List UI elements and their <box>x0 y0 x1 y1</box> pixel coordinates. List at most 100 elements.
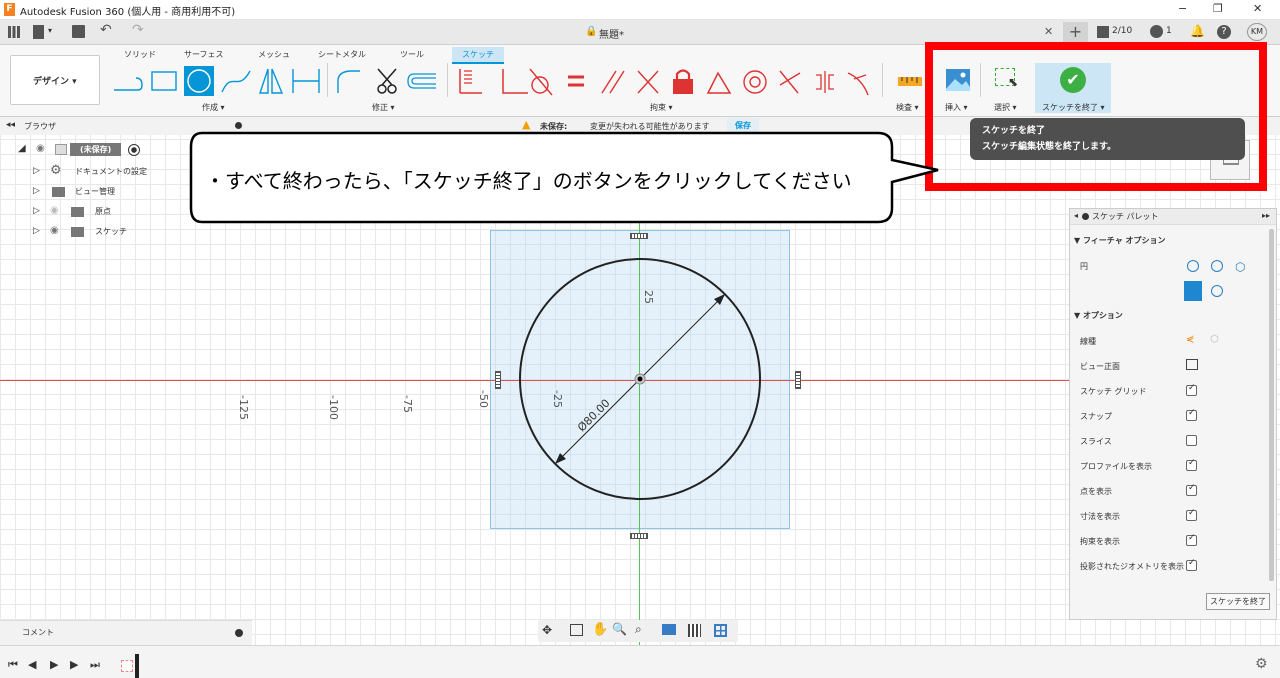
grid-checkbox[interactable] <box>1186 383 1197 396</box>
expand-arrow-icon[interactable]: ▷ <box>33 166 40 176</box>
browser-item-views[interactable]: ビュー管理 <box>75 183 115 201</box>
viewports-icon[interactable] <box>714 624 727 637</box>
timeline-settings-gear-icon[interactable]: ⚙ <box>1255 656 1268 672</box>
construction-linetype-icon[interactable]: ⋞ <box>1186 334 1194 345</box>
create-group-label[interactable]: 作成 ▾ <box>202 102 225 113</box>
eye-icon[interactable]: ◉ <box>50 225 59 236</box>
inspect-group-label[interactable]: 検査 ▾ <box>896 102 919 113</box>
chevron-down-icon: ▾ <box>48 26 53 35</box>
browser-pin-icon[interactable] <box>235 122 242 129</box>
expand-arrow-icon[interactable]: ▷ <box>33 206 40 216</box>
modify-group-label[interactable]: 修正 ▾ <box>372 102 395 113</box>
snap-checkbox[interactable] <box>1186 408 1197 421</box>
save-icon[interactable] <box>72 25 85 38</box>
expand-arrow-icon[interactable]: ▷ <box>33 226 40 236</box>
workspace-switcher[interactable]: デザイン ▾ <box>10 55 100 105</box>
tangent-circle-icon[interactable]: ⬡ <box>1235 260 1245 274</box>
resize-handle-bottom[interactable] <box>630 533 648 539</box>
hidden-eye-icon[interactable]: ◉ <box>50 205 59 216</box>
timeline-sketch-feature-icon[interactable] <box>121 660 133 672</box>
three-point-circle-icon[interactable] <box>1211 260 1223 272</box>
document-title: 無題* <box>599 30 624 41</box>
user-avatar[interactable]: KM <box>1247 23 1267 41</box>
two-point-circle-icon[interactable] <box>1211 285 1223 297</box>
minimize-button[interactable]: − <box>1178 2 1187 15</box>
browser-item-origin[interactable]: 原点 <box>95 203 111 221</box>
clock-icon[interactable] <box>1150 25 1163 38</box>
tab-surface[interactable]: サーフェス <box>184 49 224 60</box>
browser-item-sketches[interactable]: スケッチ <box>95 223 127 241</box>
options-header[interactable]: ▼ オプション <box>1074 310 1123 321</box>
notification-count: 1 <box>1166 26 1172 36</box>
tab-tools[interactable]: ツール <box>400 49 424 60</box>
fit-icon[interactable]: ⌕ <box>635 622 642 637</box>
file-menu-icon[interactable] <box>33 25 44 39</box>
pan-hand-icon[interactable]: ✋ <box>592 622 608 637</box>
root-component-label[interactable]: (未保存) <box>70 143 122 156</box>
zoom-icon[interactable]: 🔍 <box>612 622 627 636</box>
tab-mesh[interactable]: メッシュ <box>258 49 290 60</box>
concentric-icon <box>743 70 767 94</box>
add-comment-icon[interactable] <box>235 629 243 637</box>
palette-expand-icon[interactable]: ▸▸ <box>1262 211 1270 220</box>
look-at-icon[interactable] <box>570 624 583 636</box>
look-at-calendar-icon[interactable] <box>1186 359 1198 370</box>
new-tab-button[interactable]: + <box>1063 22 1088 43</box>
orbit-icon[interactable]: ✥ <box>542 623 552 637</box>
comment-panel[interactable]: コメント <box>0 620 252 645</box>
palette-pin-icon[interactable] <box>1082 213 1089 220</box>
display-settings-icon[interactable] <box>662 624 676 635</box>
palette-collapse-icon[interactable]: ◂ <box>1074 211 1078 220</box>
symmetry-icon <box>816 71 834 93</box>
expand-arrow-icon[interactable]: ▷ <box>33 186 40 196</box>
collapse-triangle-icon[interactable]: ◢ <box>18 143 26 154</box>
curvature-icon <box>847 72 869 96</box>
constraints-group-label[interactable]: 拘束 ▾ <box>650 102 673 113</box>
close-tab-icon[interactable]: ✕ <box>1044 25 1053 38</box>
gear-icon: ⚙ <box>50 163 62 178</box>
palette-scrollbar[interactable] <box>1269 229 1274 581</box>
help-icon[interactable]: ? <box>1217 25 1231 39</box>
resize-handle-top[interactable] <box>630 233 648 239</box>
feature-options-header[interactable]: ▼ フィーチャ オプション <box>1074 235 1165 246</box>
centerline-icon[interactable]: ⬡ <box>1210 334 1219 345</box>
redo-icon[interactable]: ↷ <box>132 22 144 38</box>
step-back-icon[interactable]: ◀ <box>28 658 36 671</box>
resize-handle-left[interactable] <box>495 371 501 389</box>
projected-checkbox[interactable] <box>1186 558 1197 571</box>
browser-collapse-icon[interactable]: ◂◂ <box>6 120 15 130</box>
center-circle-icon[interactable] <box>1187 260 1199 272</box>
profile-checkbox[interactable] <box>1186 458 1197 471</box>
palette-finish-button[interactable]: スケッチを終了 <box>1206 593 1270 610</box>
eye-icon[interactable]: ◉ <box>36 143 45 154</box>
close-window-button[interactable]: ✕ <box>1253 2 1262 15</box>
dimensions-checkbox[interactable] <box>1186 508 1197 521</box>
bell-icon[interactable]: 🔔 <box>1190 24 1205 38</box>
equal-icon <box>568 75 584 87</box>
browser-item-document-settings[interactable]: ドキュメントの設定 <box>75 163 147 181</box>
go-to-end-icon[interactable]: ⏭ <box>90 658 100 672</box>
resize-handle-right[interactable] <box>795 371 801 389</box>
play-icon[interactable]: ▶ <box>50 658 58 671</box>
data-panel-grid-icon[interactable] <box>8 26 20 38</box>
maximize-button[interactable]: ❐ <box>1213 2 1223 15</box>
tab-solid[interactable]: ソリッド <box>124 49 156 60</box>
step-forward-icon[interactable]: ▶ <box>70 658 78 671</box>
folder-icon <box>71 227 84 237</box>
diameter-circle-active-icon[interactable] <box>1184 281 1202 301</box>
tab-sheet-metal[interactable]: シートメタル <box>318 49 366 60</box>
center-point-dot <box>637 376 643 382</box>
constraints-checkbox[interactable] <box>1186 533 1197 546</box>
tab-sketch[interactable]: スケッチ <box>452 47 504 64</box>
grid-settings-icon[interactable] <box>688 624 701 637</box>
window-titlebar: F Autodesk Fusion 360 (個人用 - 商用利用不可) − ❐… <box>0 0 1280 20</box>
separator-3 <box>882 63 883 97</box>
go-to-start-icon[interactable]: ⏮ <box>8 658 18 672</box>
jobs-icon[interactable] <box>1097 26 1109 38</box>
slice-checkbox[interactable] <box>1186 435 1197 446</box>
undo-icon[interactable]: ↶ <box>100 22 112 38</box>
points-checkbox[interactable] <box>1186 483 1197 496</box>
activate-radio-icon[interactable] <box>128 144 140 156</box>
measure-ruler-icon <box>898 77 922 86</box>
timeline-marker[interactable] <box>135 654 139 678</box>
